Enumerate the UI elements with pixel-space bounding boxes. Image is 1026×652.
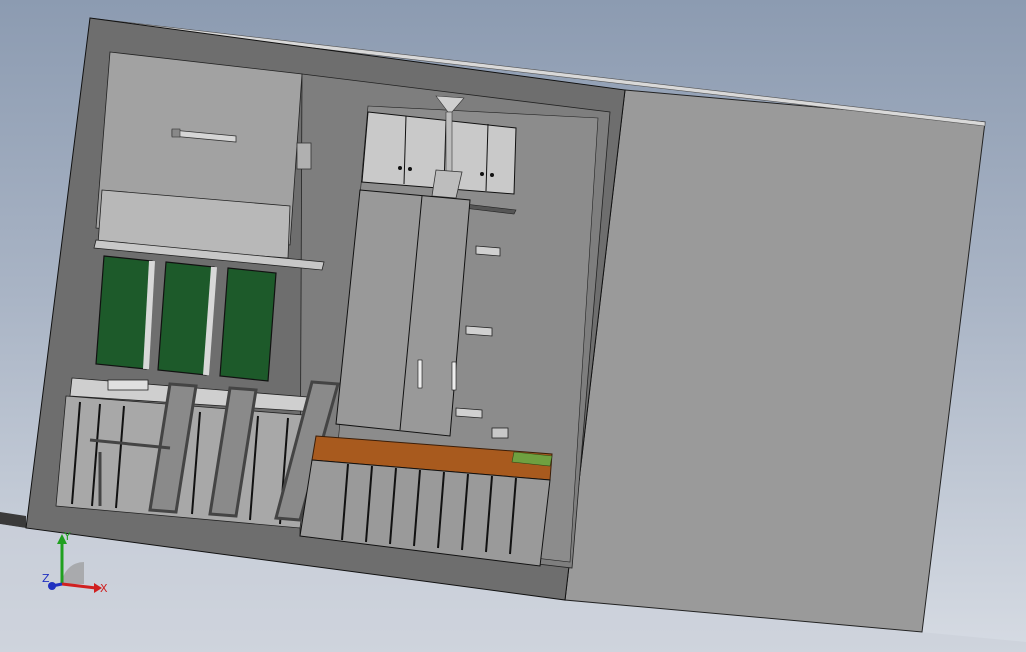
stove	[107, 379, 149, 391]
x-axis-label: X	[100, 582, 108, 595]
window-icon	[95, 255, 277, 382]
switch-plate-icon	[296, 142, 312, 170]
z-axis-label: Z	[42, 572, 50, 585]
side-wall	[564, 89, 986, 633]
orientation-triad[interactable]: Y X Z	[40, 530, 120, 610]
door-icon	[335, 189, 471, 437]
triad-arc	[62, 562, 84, 584]
x-axis-line	[61, 582, 97, 590]
cad-viewport[interactable]	[0, 0, 1026, 652]
y-axis-label: Y	[63, 530, 71, 543]
